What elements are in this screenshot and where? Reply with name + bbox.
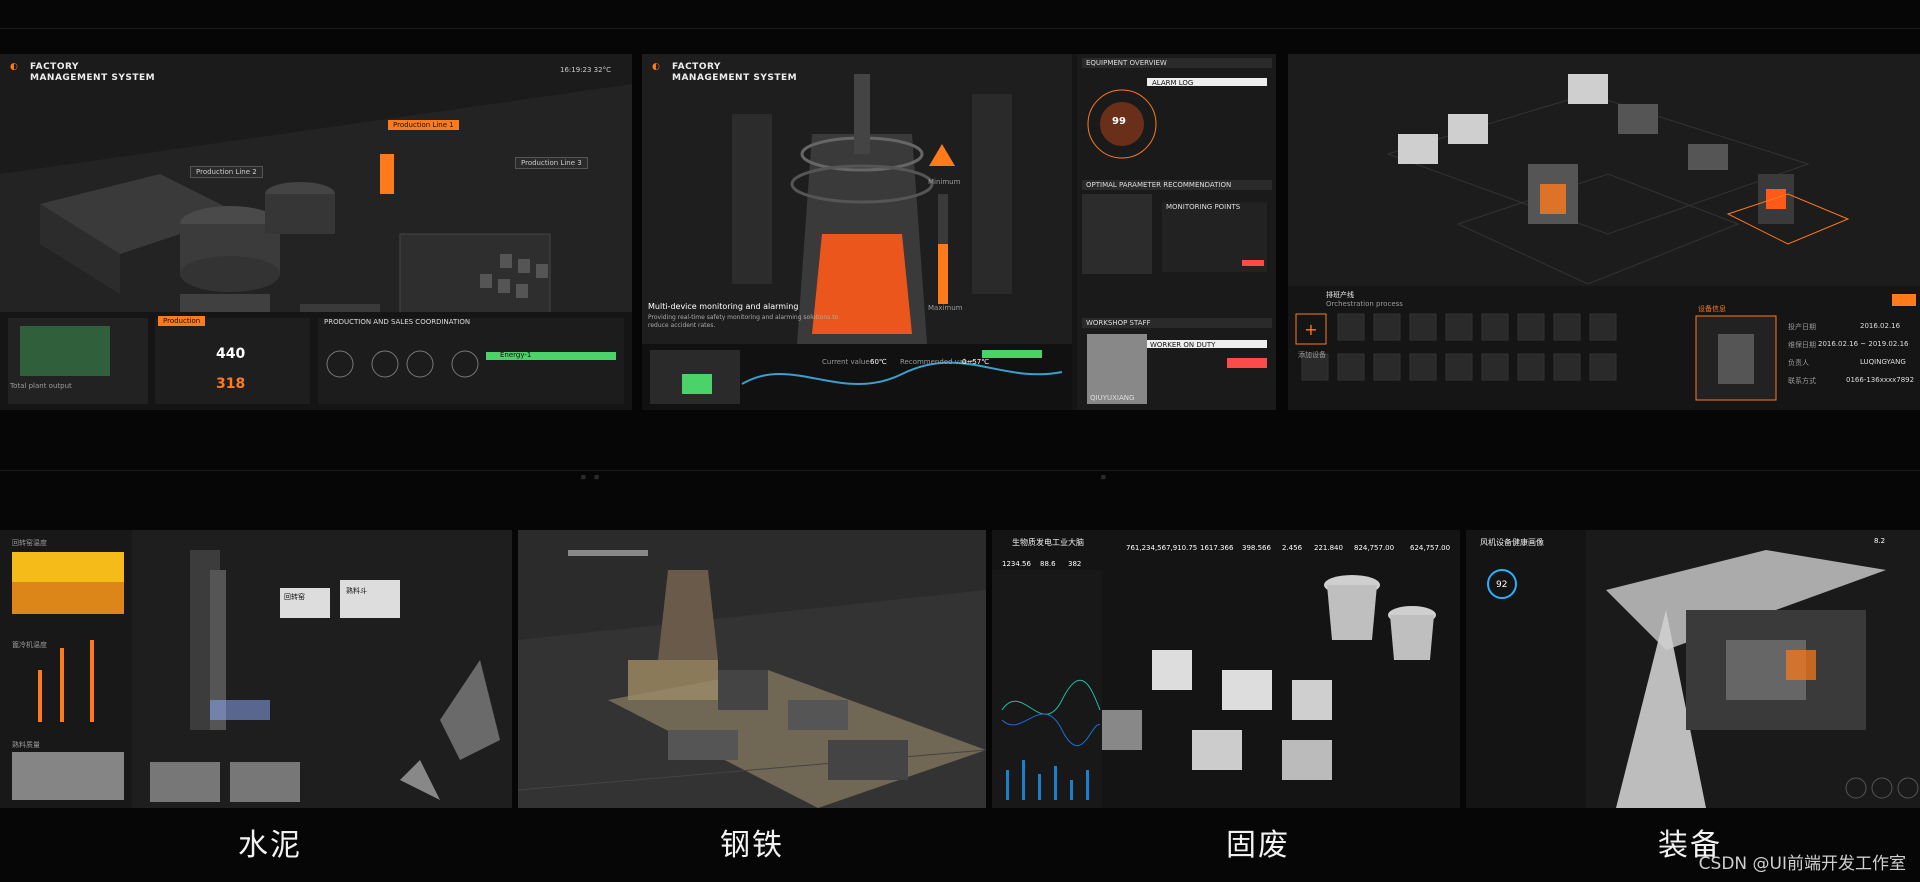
tile-equipment: 风机设备健康画像 92 8.2	[1466, 530, 1920, 808]
panel-2-title: 篦冷机温度	[12, 641, 47, 649]
turbine-scene	[1466, 530, 1919, 808]
alarm-log-title: ALARM LOG	[1152, 79, 1194, 87]
header-value: 8.2	[1874, 537, 1886, 545]
label-production-line-2[interactable]: Production Line 2	[190, 166, 263, 178]
orchestration-title: 排班产线	[1326, 291, 1354, 299]
total-plant-output-label: Total plant output	[10, 382, 72, 390]
label-a: 回转窑	[284, 593, 305, 601]
label-production-line-1[interactable]: Production Line 1	[388, 120, 459, 130]
furnace-scene	[642, 54, 1276, 410]
waste-stat-5: 221.840	[1314, 544, 1343, 552]
waste-stat-1: 761,234,567,910.75	[1126, 544, 1198, 552]
field-3-value: LUQINGYANG	[1860, 358, 1906, 366]
waste-stat-2: 1617.366	[1200, 544, 1234, 552]
production-sales-title: PRODUCTION AND SALES COORDINATION	[324, 318, 471, 326]
logo-title-line1: FACTORY	[672, 62, 721, 72]
logo-title-line2: MANAGEMENT SYSTEM	[672, 73, 798, 83]
cement-scene	[0, 530, 500, 808]
stat-a: 440	[216, 346, 246, 362]
monitoring-points-title: MONITORING POINTS	[1166, 203, 1241, 211]
waste-stat-7: 624,757.00	[1410, 544, 1451, 552]
waste-title: 生物质发电工业大脑	[1012, 538, 1084, 547]
field-4-value: 0166-136xxxx7892	[1846, 376, 1915, 384]
logo-title-line1: FACTORY	[30, 62, 79, 72]
waste-stat-4: 2.456	[1282, 544, 1303, 552]
field-4-label: 联系方式	[1788, 377, 1816, 385]
caption-cement: 水泥	[238, 828, 302, 863]
panel-3-title: 熟料质量	[12, 741, 40, 749]
field-2-label: 维保日期	[1788, 341, 1816, 349]
worker-on-duty-title: WORKER ON DUTY	[1150, 341, 1216, 349]
equipment-overview-title: EQUIPMENT OVERVIEW	[1086, 59, 1167, 67]
minimum-label: Minimum	[928, 178, 961, 186]
svg-text:+: +	[1304, 320, 1317, 339]
gauge-value: 99	[1112, 116, 1126, 127]
field-3-label: 负责人	[1788, 359, 1809, 367]
clock: 16:19:23 32°C	[560, 66, 611, 74]
tile-cement: 回转窑温度 篦冷机温度 熟料质量 回转窑 熟料斗	[0, 530, 512, 808]
panel-1-title: 回转窑温度	[12, 539, 47, 547]
waste-stat-6: 824,757.00	[1354, 544, 1395, 552]
green-row-label: Energy-1	[500, 351, 532, 359]
isometric-devices: +	[1288, 74, 1920, 410]
label-b: 熟料斗	[346, 587, 367, 595]
health-score: 92	[1496, 580, 1508, 590]
banner-subtitle: Providing real-time safety monitoring an…	[648, 314, 839, 329]
waste-small-1: 1234.56	[1002, 560, 1031, 568]
orchestration-subtitle: Orchestration process	[1326, 300, 1403, 308]
waste-scene	[992, 570, 1436, 808]
tile-orchestration: + 排班产线 Orchestration process 添加设备 设备信息 投…	[1288, 54, 1920, 410]
logo-title-line2: MANAGEMENT SYSTEM	[30, 73, 156, 83]
factory-scene	[0, 84, 632, 410]
current-value-label: Current value	[822, 358, 870, 366]
watermark: CSDN @UI前端开发工作室	[1698, 854, 1906, 874]
field-1-value: 2016.02.16	[1860, 322, 1901, 330]
steel-scene	[518, 550, 986, 808]
tile-steel	[518, 530, 986, 808]
current-value: 60℃	[870, 358, 887, 366]
add-device-label[interactable]: 添加设备	[1298, 350, 1326, 360]
maximum-label: Maximum	[928, 304, 963, 312]
device-info-title: 设备信息	[1698, 305, 1726, 313]
logo-icon: ◐	[10, 62, 19, 72]
tile-factory-overview: ◐ FACTORY MANAGEMENT SYSTEM 16:19:23 32°…	[0, 54, 632, 410]
waste-stat-3: 398.566	[1242, 544, 1271, 552]
caption-solid-waste: 固废	[1226, 828, 1290, 863]
field-1-label: 投产日期	[1788, 323, 1816, 331]
banner-title: Multi-device monitoring and alarming	[648, 302, 799, 311]
tab-production[interactable]: Production	[158, 316, 206, 326]
field-2-value: 2016.02.16 ~ 2019.02.16	[1818, 340, 1909, 348]
worker-name: QIUYUXIANG	[1090, 394, 1135, 402]
recommended-value: 0~57℃	[962, 358, 990, 366]
optimal-param-title: OPTIMAL PARAMETER RECOMMENDATION	[1086, 181, 1232, 189]
equipment-title: 风机设备健康画像	[1480, 538, 1544, 547]
caption-steel: 钢铁	[720, 828, 784, 863]
label-production-line-3[interactable]: Production Line 3	[515, 157, 588, 169]
tile-solid-waste: 生物质发电工业大脑 761,234,567,910.75 1617.366 39…	[992, 530, 1460, 808]
waste-small-2: 88.6	[1040, 560, 1056, 568]
stat-b: 318	[216, 376, 246, 392]
tile-steel-monitoring: ◐ FACTORY MANAGEMENT SYSTEM Multi-device…	[642, 54, 1276, 410]
waste-small-3: 382	[1068, 560, 1082, 568]
workshop-staff-title: WORKSHOP STAFF	[1086, 319, 1151, 327]
logo-icon: ◐	[652, 62, 661, 72]
